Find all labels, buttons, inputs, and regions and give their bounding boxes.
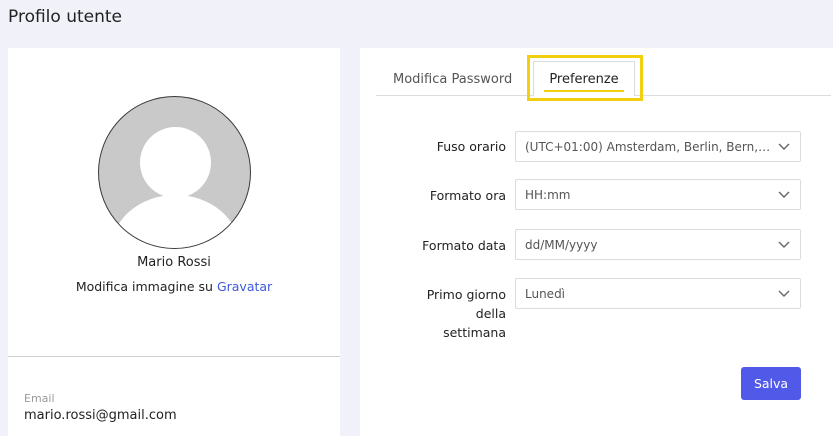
- time-format-value: HH:mm: [525, 188, 571, 202]
- first-day-select[interactable]: Lunedì: [515, 278, 801, 309]
- date-format-select[interactable]: dd/MM/yyyy: [515, 229, 801, 260]
- gravatar-link[interactable]: Gravatar: [217, 279, 272, 294]
- first-day-value: Lunedì: [525, 287, 566, 301]
- tab-modifica-password[interactable]: Modifica Password: [393, 72, 512, 87]
- divider: [8, 356, 340, 357]
- time-format-select[interactable]: HH:mm: [515, 179, 801, 210]
- first-day-label: Primo giorno della settimana: [398, 285, 506, 342]
- save-button[interactable]: Salva: [741, 367, 801, 400]
- first-day-label-line1: Primo giorno: [426, 287, 506, 302]
- avatar: [98, 96, 251, 249]
- avatar-head-shape: [140, 127, 211, 198]
- date-format-label: Formato data: [422, 238, 506, 253]
- page-title: Profilo utente: [8, 7, 123, 27]
- chevron-down-icon: [778, 191, 790, 198]
- timezone-value: (UTC+01:00) Amsterdam, Berlin, Bern, Rom…: [525, 140, 773, 154]
- gravatar-line: Modifica immagine su Gravatar: [8, 279, 340, 294]
- chevron-down-icon: [778, 290, 790, 297]
- date-format-value: dd/MM/yyyy: [525, 238, 598, 252]
- gravatar-prefix: Modifica immagine su: [75, 279, 213, 294]
- profile-card: Mario Rossi Modifica immagine su Gravata…: [8, 48, 340, 436]
- active-tab-underline: [544, 90, 624, 92]
- timezone-label: Fuso orario: [436, 139, 506, 154]
- time-format-label: Formato ora: [429, 188, 506, 203]
- chevron-down-icon: [778, 241, 790, 248]
- avatar-body-shape: [111, 195, 240, 248]
- preferences-card: Modifica Password Preferenze Fuso orario…: [360, 48, 833, 436]
- tab-preferenze-label: Preferenze: [549, 72, 619, 87]
- first-day-label-line2: della: [475, 306, 506, 321]
- email-label: Email: [24, 392, 55, 405]
- tab-preferenze[interactable]: Preferenze: [533, 61, 635, 96]
- timezone-select[interactable]: (UTC+01:00) Amsterdam, Berlin, Bern, Rom…: [515, 131, 801, 162]
- chevron-down-icon: [778, 143, 790, 150]
- first-day-label-line3: settimana: [443, 325, 506, 340]
- email-value: mario.rossi@gmail.com: [24, 408, 177, 423]
- user-name: Mario Rossi: [137, 255, 211, 270]
